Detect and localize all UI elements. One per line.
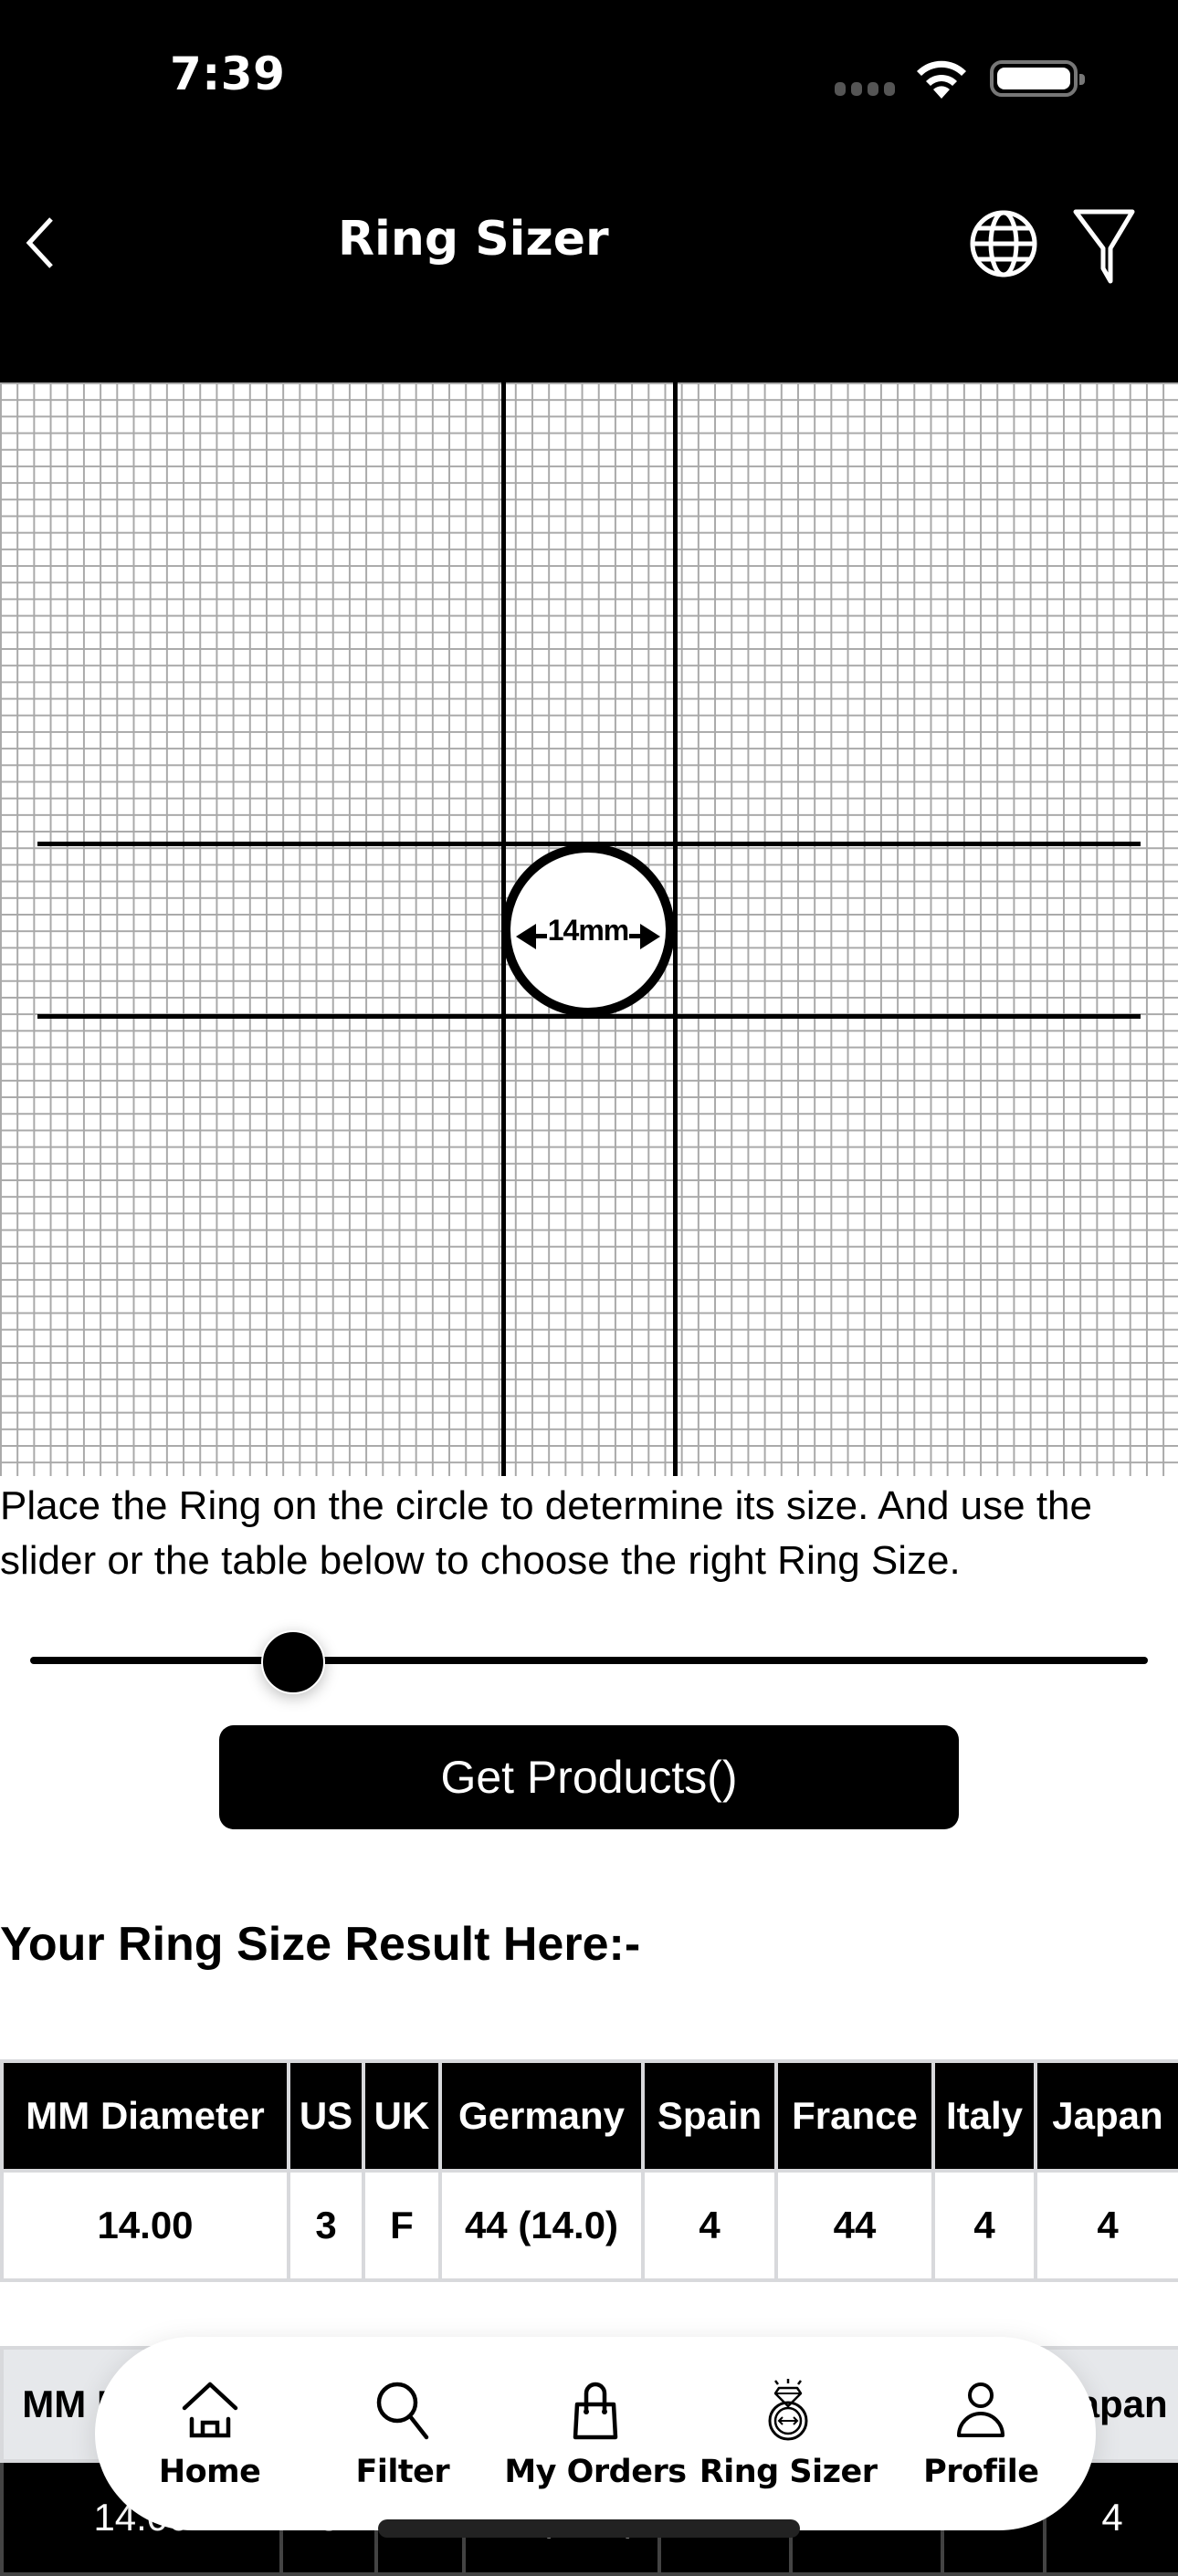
page-title: Ring Sizer xyxy=(338,212,609,267)
header-germany: Germany xyxy=(438,2059,645,2173)
tab-filter[interactable]: Filter xyxy=(307,2377,499,2490)
header-mm-diameter: MM Diameter xyxy=(0,2059,290,2173)
bottom-tab-bar: Home Filter My Orders Ring Sizer Profile xyxy=(95,2337,1096,2530)
ring-icon xyxy=(768,2379,808,2441)
instructions-text: Place the Ring on the circle to determin… xyxy=(0,1483,1092,1583)
ring-size-table: MM Diameter US UK Germany Spain France I… xyxy=(0,2059,1178,2282)
cellular-signal-icon xyxy=(835,82,895,96)
header-us: US xyxy=(287,2059,365,2173)
cell-japan: 4 xyxy=(1034,2169,1178,2282)
ring-sizer-grid: 14mm xyxy=(0,382,1178,1476)
cell-mm-diameter: 14.00 xyxy=(0,2169,290,2282)
search-icon xyxy=(376,2382,429,2440)
ring-size-slider[interactable] xyxy=(30,1630,1148,1694)
globe-icon[interactable] xyxy=(968,208,1039,279)
cell-spain: 4 xyxy=(641,2169,778,2282)
tab-label: Profile xyxy=(923,2454,1039,2490)
table-header-row: MM Diameter US UK Germany Spain France I… xyxy=(0,2059,1178,2173)
cell-italy: 4 xyxy=(931,2169,1037,2282)
user-icon xyxy=(957,2382,1005,2437)
cell-france: 44 xyxy=(774,2169,935,2282)
get-products-button[interactable]: Get Products() xyxy=(219,1725,959,1829)
table-row[interactable]: 14.00 3 F 44 (14.0) 4 44 4 4 xyxy=(0,2169,1178,2282)
header-spain: Spain xyxy=(641,2059,778,2173)
circle-diameter-label: 14mm xyxy=(547,913,629,947)
header-italy: Italy xyxy=(931,2059,1037,2173)
arrow-right-icon xyxy=(640,924,660,949)
cell-us: 3 xyxy=(287,2169,365,2282)
tab-label: Filter xyxy=(355,2454,450,2490)
shopping-bag-icon xyxy=(573,2382,618,2440)
slider-track[interactable] xyxy=(30,1657,1148,1664)
ring-size-circle: 14mm xyxy=(501,843,675,1017)
tab-label: Home xyxy=(158,2454,261,2490)
cell-uk: F xyxy=(362,2169,442,2282)
arrow-left-icon xyxy=(516,924,536,949)
home-icon xyxy=(182,2382,237,2438)
app-header: 7:39 Ring Sizer xyxy=(0,0,1178,382)
cell-germany: 44 (14.0) xyxy=(438,2169,645,2282)
filter-icon[interactable] xyxy=(1072,208,1136,285)
tab-profile[interactable]: Profile xyxy=(885,2377,1077,2490)
result-heading: Your Ring Size Result Here:- xyxy=(0,1918,641,1971)
home-indicator[interactable] xyxy=(378,2519,800,2538)
tab-label: My Orders xyxy=(504,2454,687,2490)
tab-my-orders[interactable]: My Orders xyxy=(500,2377,691,2490)
header-japan: Japan xyxy=(1034,2059,1178,2173)
tab-home[interactable]: Home xyxy=(114,2377,306,2490)
wifi-icon xyxy=(917,60,966,99)
back-chevron-icon[interactable] xyxy=(24,215,60,270)
tab-label: Ring Sizer xyxy=(699,2454,878,2490)
tab-ring-sizer[interactable]: Ring Sizer xyxy=(692,2377,884,2490)
header-uk: UK xyxy=(362,2059,442,2173)
battery-icon xyxy=(990,60,1085,97)
header-france: France xyxy=(774,2059,935,2173)
slider-thumb[interactable] xyxy=(260,1630,325,1694)
status-time: 7:39 xyxy=(170,47,286,100)
arrow-left-shaft xyxy=(534,934,547,938)
